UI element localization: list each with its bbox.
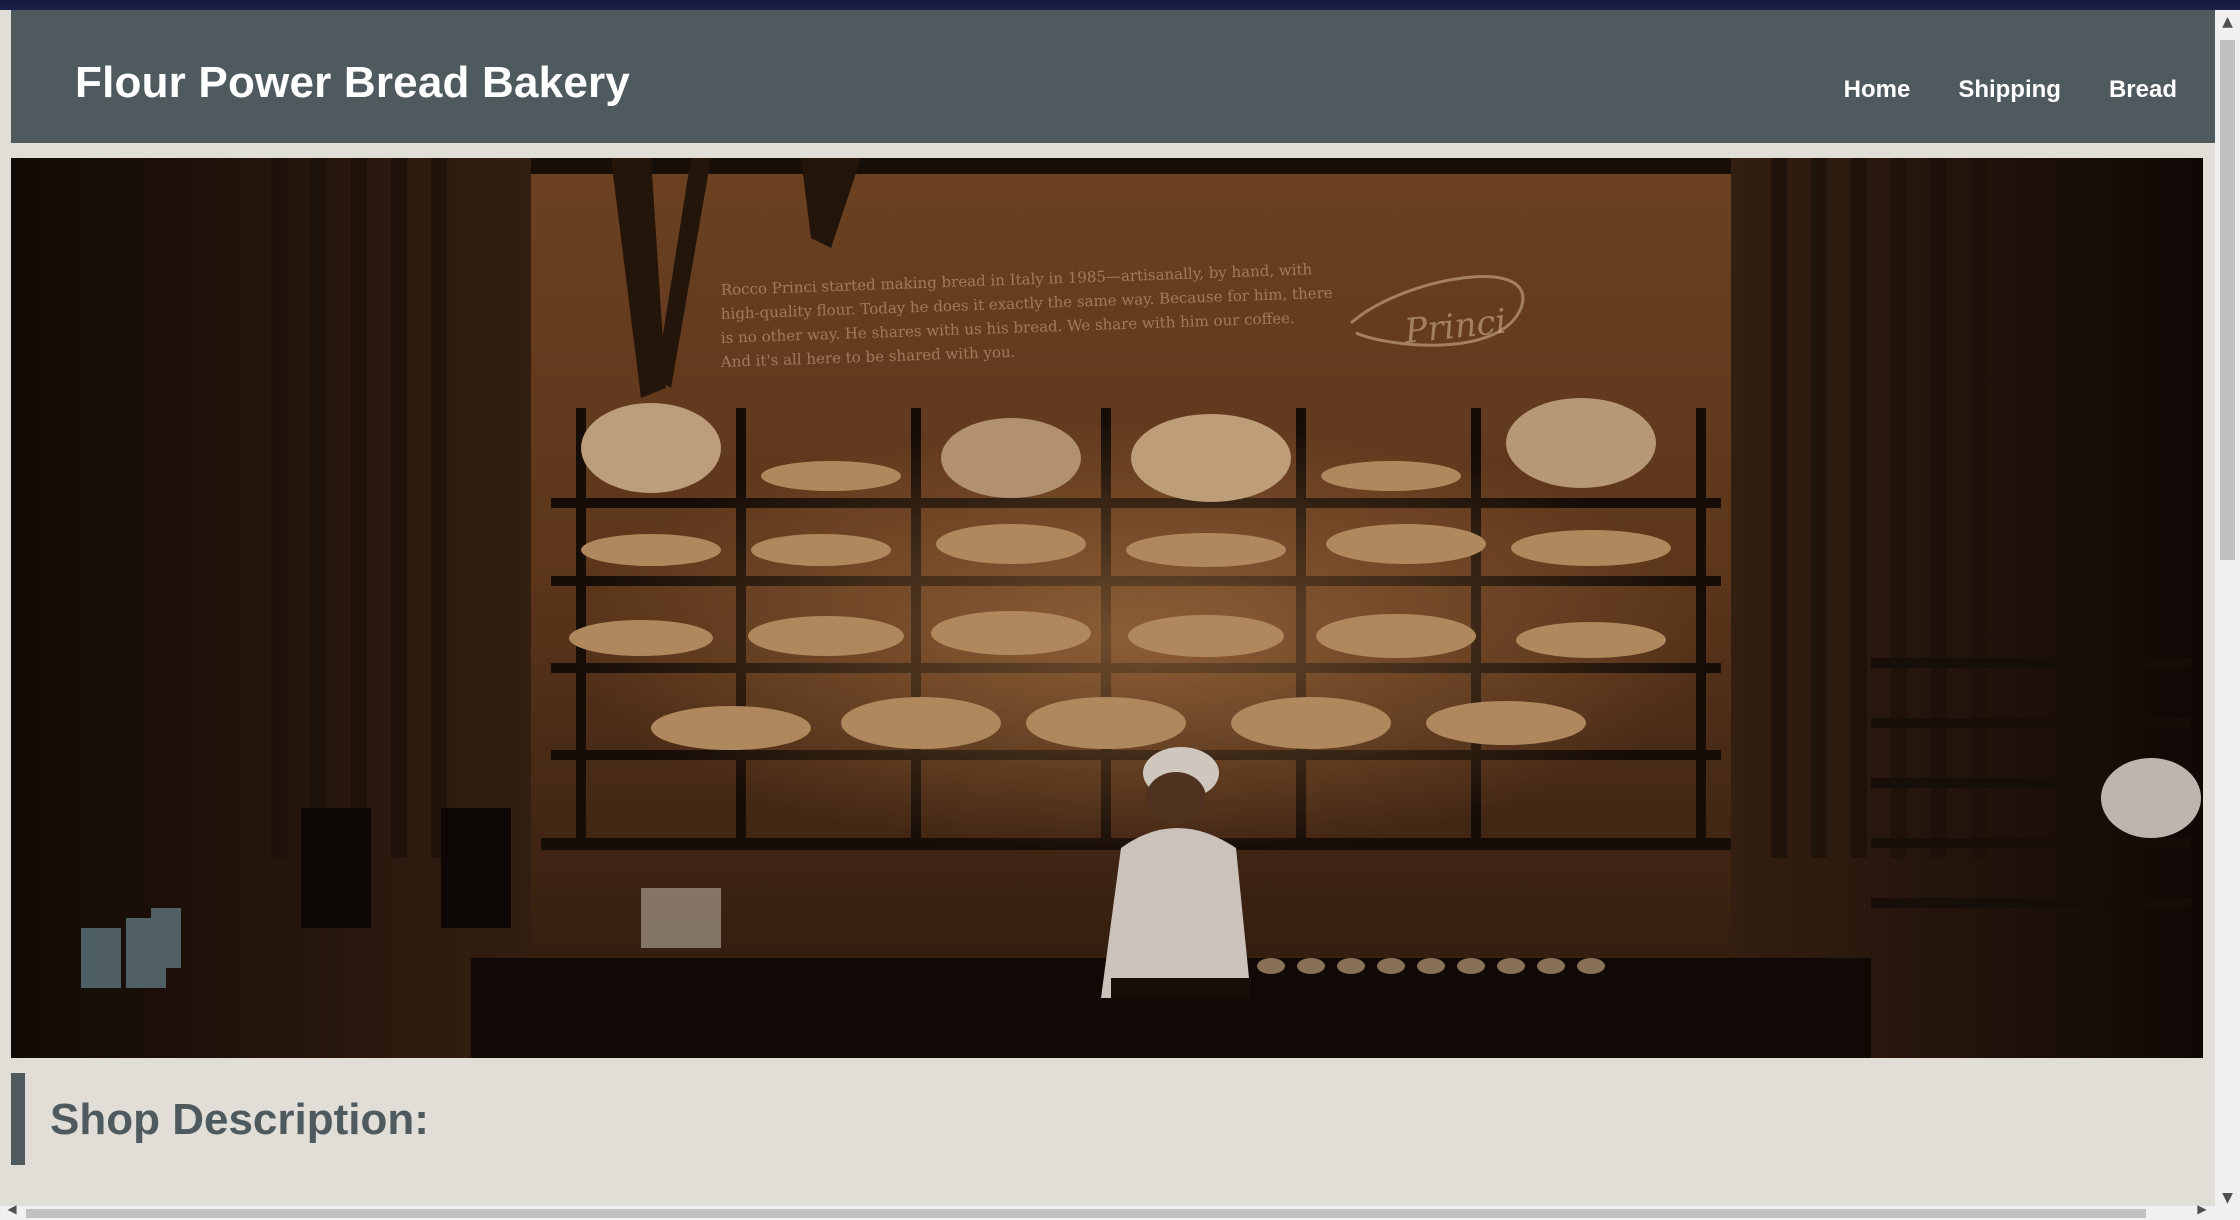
- arrow-left-icon[interactable]: ◀: [2, 1202, 22, 1216]
- nav-bread-link[interactable]: Bread: [2109, 76, 2177, 104]
- horizontal-scrollbar[interactable]: ◀ ▶: [0, 1202, 2215, 1220]
- nav-shipping-link[interactable]: Shipping: [1958, 76, 2061, 104]
- arrow-down-icon[interactable]: ▼: [2215, 1186, 2240, 1210]
- hero-image: Rocco Princi started making bread in Ita…: [11, 158, 2203, 1058]
- shop-description-heading: Shop Description:: [50, 1095, 429, 1144]
- vertical-scrollbar[interactable]: ▲ ▼: [2215, 10, 2240, 1220]
- bakery-shelves-photo: Rocco Princi started making bread in Ita…: [11, 158, 2203, 1058]
- vertical-scrollbar-thumb[interactable]: [2220, 40, 2235, 560]
- horizontal-scrollbar-thumb[interactable]: [26, 1209, 2146, 1218]
- shop-description-heading-block: Shop Description:: [11, 1073, 711, 1165]
- arrow-up-icon[interactable]: ▲: [2215, 10, 2240, 34]
- nav-home-link[interactable]: Home: [1844, 76, 1911, 104]
- browser-top-strip: [0, 0, 2240, 10]
- heading-accent-bar: [11, 1073, 25, 1165]
- main-nav: Home Shipping Bread: [1844, 76, 2177, 104]
- arrow-right-icon[interactable]: ▶: [2192, 1202, 2212, 1216]
- page: Flour Power Bread Bakery Home Shipping B…: [11, 10, 2215, 1210]
- site-title: Flour Power Bread Bakery: [75, 58, 630, 107]
- site-header: Flour Power Bread Bakery Home Shipping B…: [11, 10, 2215, 143]
